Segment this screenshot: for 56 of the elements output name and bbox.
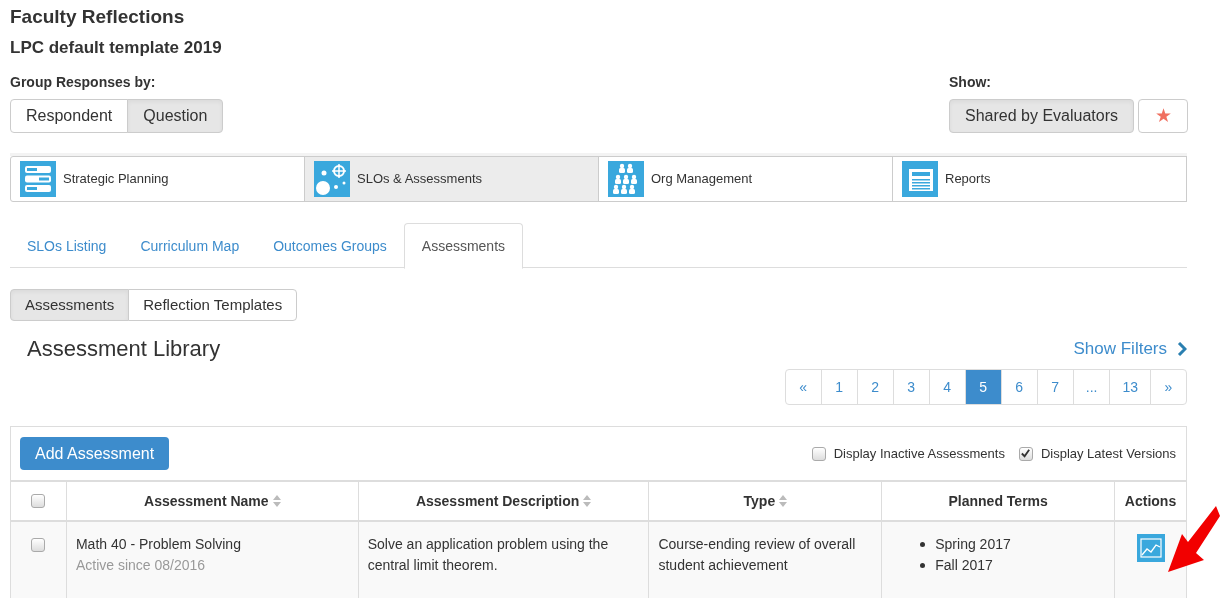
module-tab[interactable]: SLOs & Assessments <box>304 156 599 202</box>
show-option[interactable]: Shared by Evaluators <box>949 99 1134 133</box>
sort-icon[interactable] <box>272 495 281 507</box>
description-cell-text: Solve an application problem using the central limit theorem. <box>367 535 610 575</box>
view-toggle[interactable]: Reflection Templates <box>128 289 298 321</box>
group-label: Group Responses by: <box>10 73 157 92</box>
page-link[interactable]: 6 <box>1000 369 1038 405</box>
column-header: Actions <box>1123 491 1178 511</box>
show-filters-link[interactable]: Show Filters <box>1073 336 1187 362</box>
bullet-icon <box>920 563 926 568</box>
page-link[interactable]: « <box>784 369 822 405</box>
module-tab[interactable]: Org Management <box>598 156 893 202</box>
newspaper-icon <box>902 161 938 197</box>
status-text: Active since 08/2016 <box>75 556 207 575</box>
add-assessment-button[interactable]: Add Assessment <box>20 437 170 470</box>
nav-tab[interactable]: Assessments <box>403 223 524 269</box>
option-checkbox[interactable] <box>811 446 826 461</box>
view-toggle[interactable]: Assessments <box>10 289 130 321</box>
module-tab[interactable]: Strategic Planning <box>10 156 305 202</box>
module-tab[interactable]: Reports <box>892 156 1187 202</box>
page-link[interactable]: » <box>1150 369 1187 405</box>
section-heading: Assessment Library <box>27 335 221 363</box>
group-option[interactable]: Respondent <box>10 99 129 133</box>
show-label: Show: <box>949 73 992 92</box>
page-link[interactable]: 4 <box>928 369 966 405</box>
page-link[interactable]: 2 <box>856 369 894 405</box>
chevron-right-icon <box>1177 342 1187 356</box>
type-cell-text: Course-ending review of overall student achievement <box>658 535 857 575</box>
nav-tab[interactable]: SLOs Listing <box>10 223 124 269</box>
option-checkbox[interactable] <box>1018 446 1033 461</box>
nav-tab[interactable]: Curriculum Map <box>123 223 257 269</box>
option-label: Display Inactive Assessments <box>833 444 1005 463</box>
page-link[interactable]: 5 <box>964 369 1002 405</box>
option-label: Display Latest Versions <box>1040 444 1176 463</box>
sort-icon[interactable] <box>583 495 592 507</box>
chart-icon[interactable] <box>1136 534 1165 562</box>
people-icon <box>608 161 644 197</box>
term-item: Spring 2017 <box>935 535 1011 554</box>
bullet-icon <box>920 542 926 547</box>
row-checkbox[interactable] <box>31 538 46 552</box>
page-link[interactable]: 7 <box>1036 369 1074 405</box>
list-icon <box>20 161 56 197</box>
template-name: LPC default template 2019 <box>10 38 223 58</box>
page-title: Faculty Reflections <box>10 6 186 28</box>
select-all-checkbox[interactable] <box>31 494 46 508</box>
term-item: Fall 2017 <box>935 556 993 575</box>
assessment-name: Math 40 - Problem Solving <box>75 535 242 554</box>
page-link[interactable]: ... <box>1072 369 1111 405</box>
page-link[interactable]: 13 <box>1109 369 1151 405</box>
page-link[interactable]: 3 <box>892 369 930 405</box>
page-link[interactable]: 1 <box>820 369 858 405</box>
nav-tab[interactable]: Outcomes Groups <box>256 223 404 269</box>
favorite-button[interactable]: ★ <box>1138 99 1188 133</box>
group-option[interactable]: Question <box>127 99 224 133</box>
target-icon <box>314 161 350 197</box>
sort-icon[interactable] <box>779 495 788 507</box>
